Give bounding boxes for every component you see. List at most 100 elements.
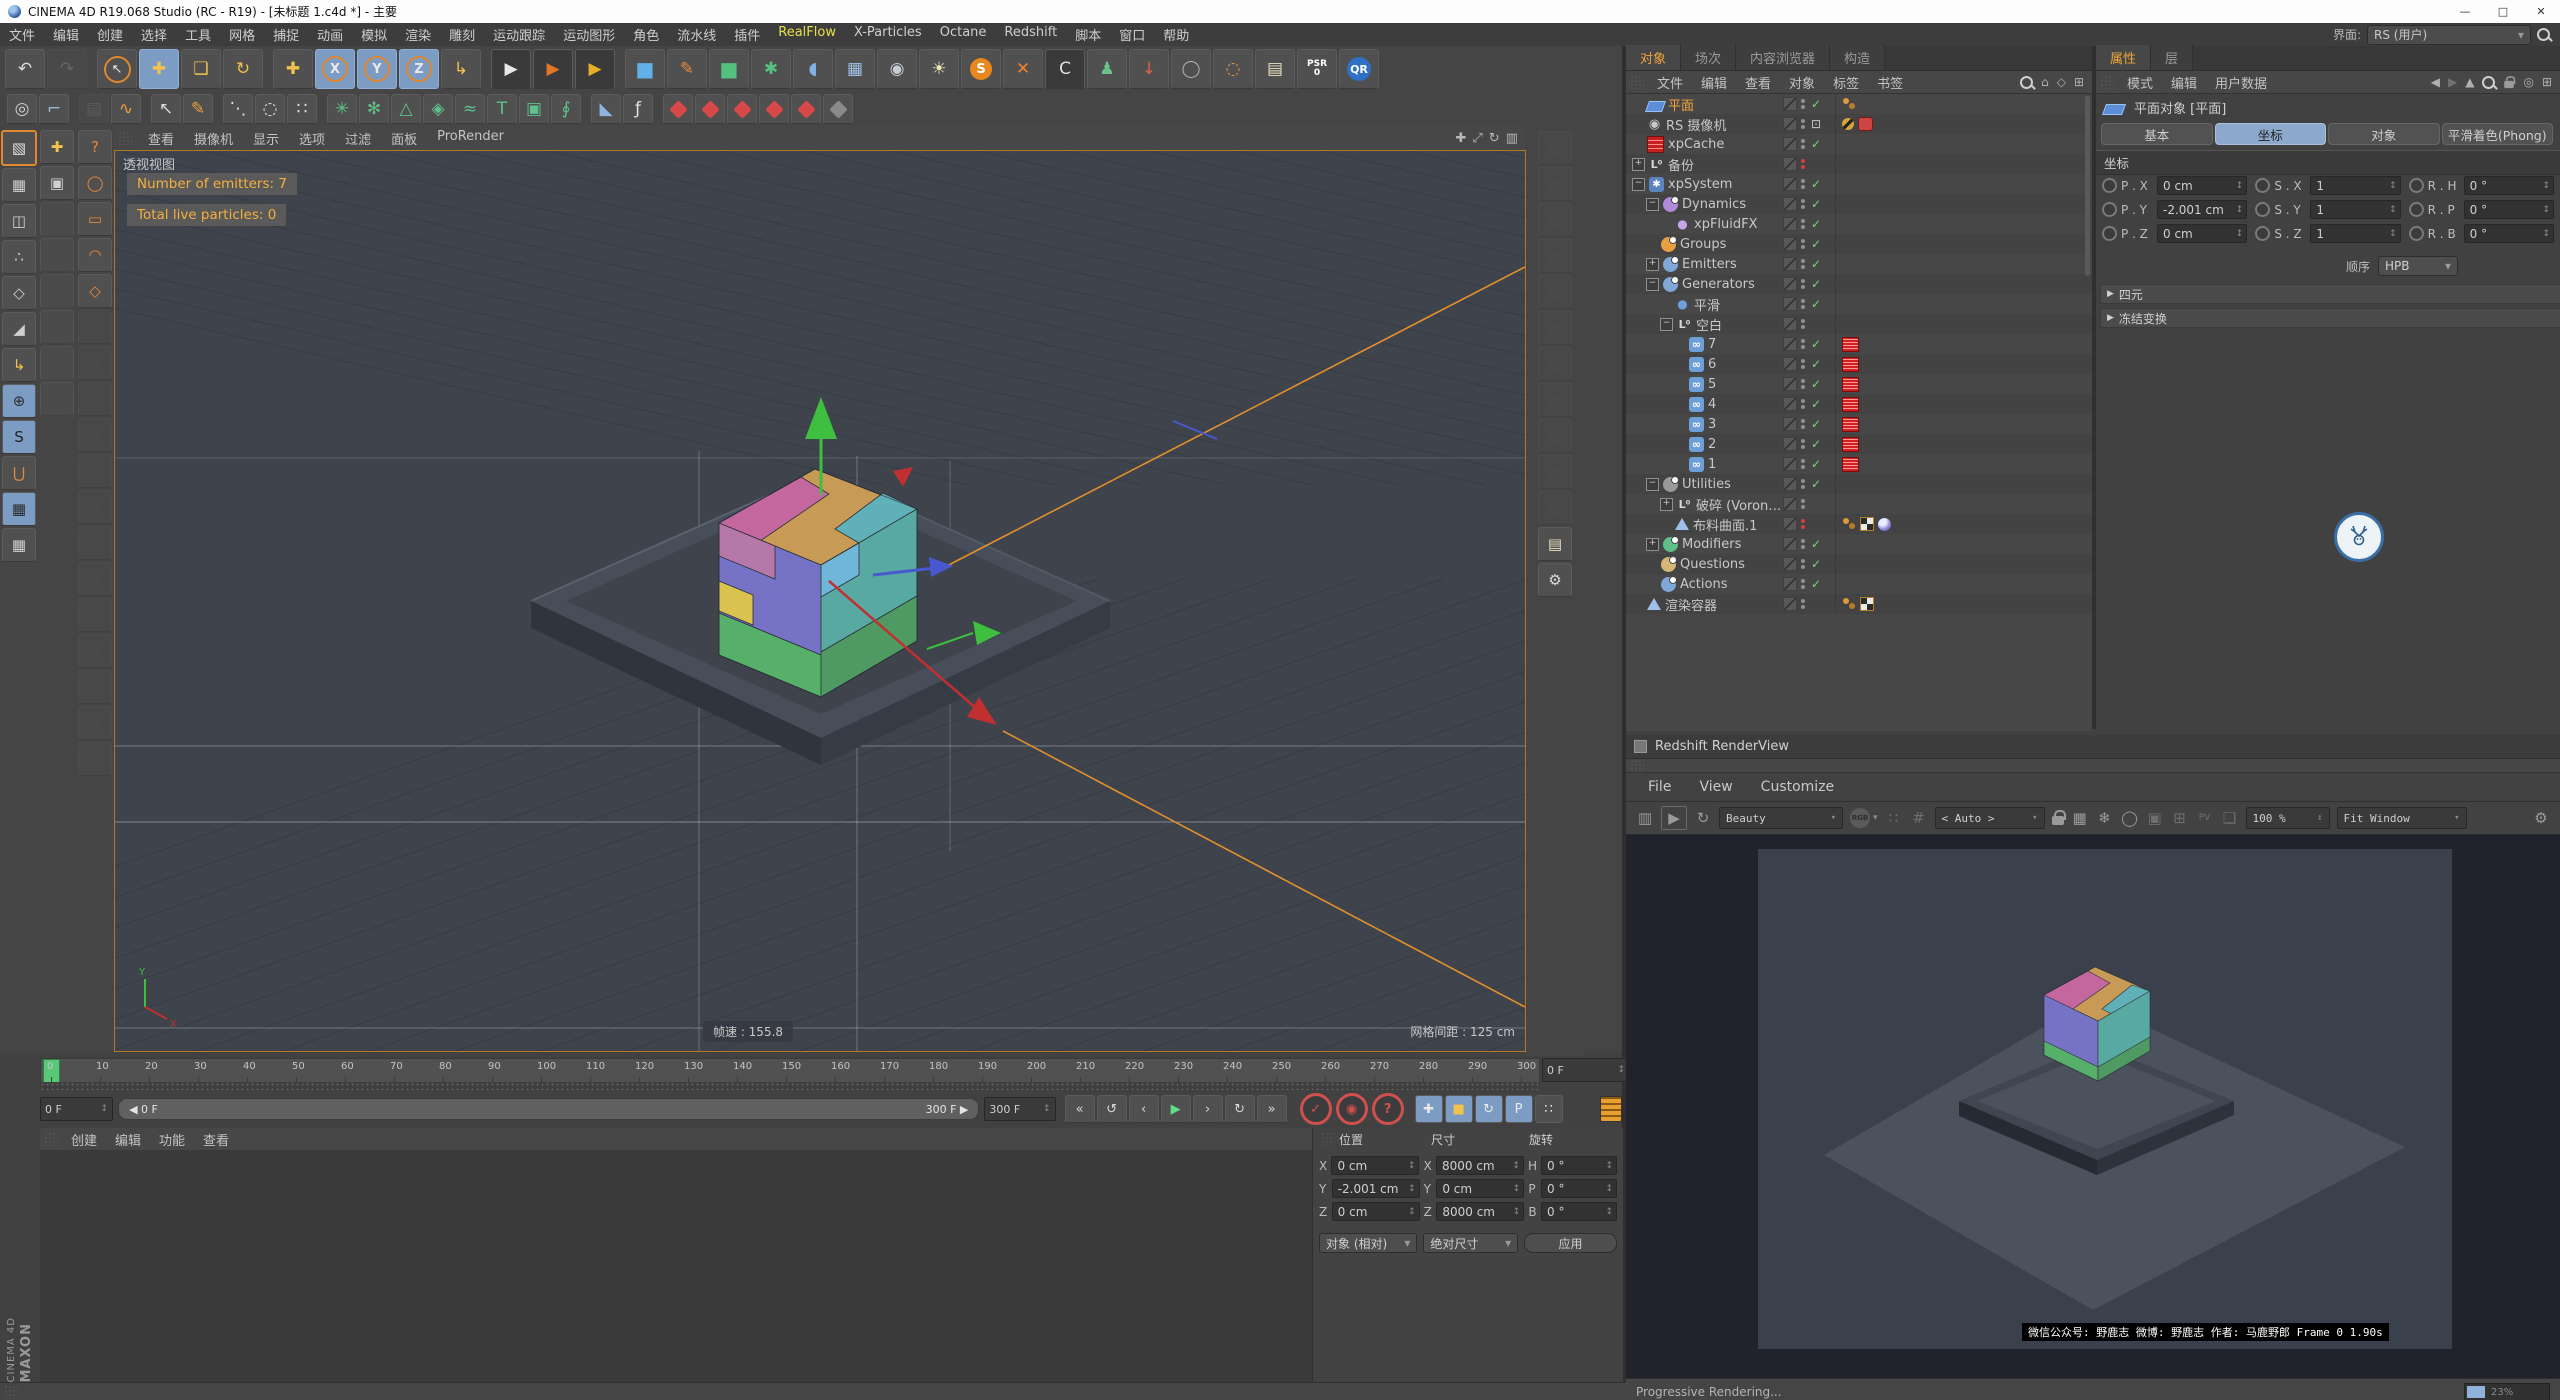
- om-home-icon[interactable]: ⌂: [2041, 75, 2049, 89]
- render-settings-button[interactable]: ▶: [575, 49, 615, 89]
- keyframe-radio[interactable]: [2408, 226, 2424, 241]
- minimize-button[interactable]: —: [2446, 0, 2484, 23]
- platonic-object-button[interactable]: ◈: [423, 94, 453, 124]
- object-label[interactable]: 1: [1708, 457, 1783, 472]
- mode-edges-button[interactable]: ◇: [2, 276, 36, 310]
- visibility-dots[interactable]: [1801, 539, 1805, 549]
- aov-select[interactable]: Beauty ▾: [1719, 807, 1843, 829]
- key-parameter-button[interactable]: P: [1504, 1095, 1533, 1123]
- object-label[interactable]: RS 摄像机: [1666, 115, 1783, 134]
- render-picture-viewer-button[interactable]: ▶: [533, 49, 573, 89]
- goto-end-button[interactable]: »: [1256, 1095, 1287, 1123]
- layer-toggle[interactable]: [1783, 337, 1797, 351]
- drag-handle-icon[interactable]: [44, 1132, 58, 1146]
- rgb-channel-icon[interactable]: RGB: [1850, 808, 1870, 828]
- render-refresh-icon[interactable]: ↻: [1694, 809, 1712, 827]
- keyframe-radio[interactable]: [2408, 202, 2424, 217]
- mode-model-button[interactable]: ▧: [1, 130, 37, 166]
- layer-toggle[interactable]: [1783, 357, 1797, 371]
- strip-render-settings-button[interactable]: ⚙: [1538, 563, 1572, 597]
- drop-to-floor-button[interactable]: ↓: [1129, 49, 1169, 89]
- object-label[interactable]: 3: [1708, 417, 1783, 432]
- visibility-dots[interactable]: [1801, 499, 1805, 509]
- layer-toggle[interactable]: [1783, 217, 1797, 231]
- menu-render[interactable]: 渲染: [396, 25, 440, 44]
- coord-input[interactable]: -2.001 cm ↕: [1331, 1179, 1420, 1198]
- spline-swirl-button[interactable]: ∮: [551, 94, 581, 124]
- layer-toggle[interactable]: [1783, 437, 1797, 451]
- field-input[interactable]: 1 ↕: [2310, 200, 2401, 219]
- visibility-dots[interactable]: [1801, 139, 1805, 149]
- renderview-titlebar[interactable]: Redshift RenderView: [1626, 735, 2560, 759]
- order-select[interactable]: HPB ▾: [2378, 256, 2458, 276]
- expand-toggle-icon[interactable]: +: [1660, 497, 1673, 511]
- tree-row-Utilities[interactable]: − Utilities ✓: [1626, 474, 2092, 494]
- viewport-menu-view[interactable]: 查看: [138, 129, 184, 148]
- expand-toggle-icon[interactable]: +: [1646, 257, 1659, 271]
- attr-up-icon[interactable]: ▲: [2465, 75, 2474, 89]
- enabled-check-icon[interactable]: ✓: [1809, 277, 1823, 291]
- key-pla-button[interactable]: ∷: [1534, 1095, 1563, 1123]
- keyframe-strip[interactable]: [40, 1082, 1538, 1090]
- object-label[interactable]: 5: [1708, 377, 1783, 392]
- snapshot-grid-icon[interactable]: ▦: [2071, 809, 2089, 827]
- coord-input[interactable]: 8000 cm ↕: [1436, 1202, 1525, 1221]
- focus-icon[interactable]: ⊡: [1809, 117, 1823, 131]
- notes-button[interactable]: ▤: [1255, 49, 1295, 89]
- attr-back-icon[interactable]: ◀: [2431, 75, 2440, 89]
- visibility-dots[interactable]: [1801, 379, 1805, 389]
- object-label[interactable]: xpCache: [1668, 137, 1783, 152]
- tree-row-7[interactable]: ∞ 7 ✓: [1626, 334, 2092, 354]
- material-menu-create[interactable]: 创建: [62, 1130, 106, 1149]
- tree-row-3[interactable]: ∞ 3 ✓: [1626, 414, 2092, 434]
- enabled-check-icon[interactable]: ✓: [1809, 437, 1823, 451]
- enabled-check-icon[interactable]: ✓: [1809, 477, 1823, 491]
- coord-input[interactable]: 8000 cm ↕: [1435, 1156, 1524, 1175]
- tree-row-Actions[interactable]: Actions ✓: [1626, 574, 2092, 594]
- visibility-dots[interactable]: [1801, 559, 1805, 569]
- enabled-check-icon[interactable]: ✓: [1809, 337, 1823, 351]
- om-search-icon[interactable]: [2020, 75, 2034, 89]
- om-menu-tags[interactable]: 标签: [1824, 73, 1868, 92]
- material-menu-edit[interactable]: 编辑: [106, 1130, 150, 1149]
- viewport-nav-zoom-icon[interactable]: ⤢: [1472, 131, 1482, 146]
- tree-row-空白[interactable]: − L⁰ 空白: [1626, 314, 2092, 334]
- grid-lock-button[interactable]: ▦: [2, 492, 36, 526]
- object-label[interactable]: Utilities: [1682, 477, 1783, 492]
- coord-input[interactable]: 0 cm ↕: [1331, 1156, 1420, 1175]
- layer-toggle[interactable]: [1783, 97, 1797, 111]
- move-tool-button[interactable]: ✚: [139, 49, 179, 89]
- viewport-canvas[interactable]: Y X 透视视图 Number of emitters: 7 Total liv…: [114, 150, 1526, 1052]
- tree-row-备份[interactable]: + L⁰ 备份: [1626, 154, 2092, 174]
- select-circle-button[interactable]: ◯: [78, 166, 112, 200]
- attr-tab-层[interactable]: 层: [2151, 45, 2194, 70]
- coord-input[interactable]: 0 cm ↕: [1331, 1202, 1420, 1221]
- tree-row-xpCache[interactable]: xpCache ✓: [1626, 134, 2092, 154]
- coord-mode-select[interactable]: 对象 (相对) ▾: [1319, 1233, 1418, 1253]
- display-mode-button[interactable]: ◎: [7, 94, 37, 124]
- om-tab-场次[interactable]: 场次: [1681, 45, 1737, 70]
- enabled-check-icon[interactable]: ✓: [1809, 557, 1823, 571]
- capture-s-button[interactable]: S: [2, 420, 36, 454]
- object-label[interactable]: 平面: [1668, 95, 1783, 114]
- object-label[interactable]: 破碎 (Voronoi): [1696, 495, 1783, 514]
- menu-plugins[interactable]: 插件: [725, 25, 769, 44]
- mode-workplane-button[interactable]: ◫: [2, 204, 36, 238]
- layer-toggle[interactable]: [1783, 477, 1797, 491]
- team-render-button[interactable]: C: [1045, 49, 1085, 89]
- add-sweep-button[interactable]: ◖: [793, 49, 833, 89]
- menu-pipeline[interactable]: 流水线: [668, 25, 725, 44]
- axis-workplane-button[interactable]: ⌐: [39, 94, 69, 124]
- layer-toggle[interactable]: [1783, 457, 1797, 471]
- cloth-sail-button[interactable]: ◣: [591, 94, 621, 124]
- visibility-dots[interactable]: [1801, 579, 1805, 589]
- visibility-dots[interactable]: [1801, 299, 1805, 309]
- float-cube-button[interactable]: ▣: [40, 166, 74, 200]
- lock-x-axis-button[interactable]: X: [315, 49, 355, 89]
- visibility-dots[interactable]: [1801, 439, 1805, 449]
- rotate-tool-button[interactable]: ↻: [223, 49, 263, 89]
- spline-wrap-button[interactable]: ≈: [455, 94, 485, 124]
- viewport-tweak-button[interactable]: ⊕: [2, 384, 36, 418]
- object-label[interactable]: Groups: [1680, 237, 1783, 252]
- enabled-check-icon[interactable]: ✓: [1809, 297, 1823, 311]
